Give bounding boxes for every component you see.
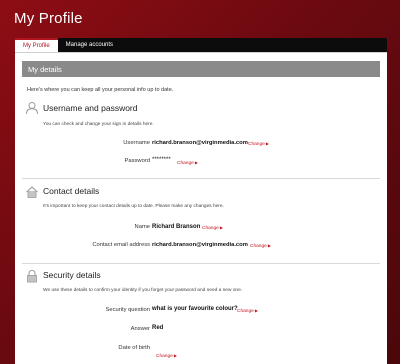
caret-right-icon: ▶ bbox=[265, 141, 269, 146]
caret-right-icon: ▶ bbox=[219, 225, 223, 230]
caret-right-icon: ▶ bbox=[267, 243, 271, 248]
divider bbox=[22, 178, 380, 179]
tab-my-profile[interactable]: My Profile bbox=[15, 38, 58, 52]
divider bbox=[22, 263, 380, 264]
tab-bar: My Profile Manage accounts bbox=[15, 38, 387, 52]
answer-value: Red bbox=[152, 325, 164, 331]
caret-right-icon: ▶ bbox=[254, 308, 258, 313]
name-label: Name bbox=[134, 224, 150, 230]
my-details-header: My details bbox=[22, 61, 380, 77]
profile-panel: My details Here's where you can keep all… bbox=[15, 52, 387, 364]
section-title-security: Security details bbox=[43, 270, 101, 280]
password-value: ******** bbox=[152, 157, 171, 163]
security-question-label: Security question bbox=[105, 307, 150, 313]
change-name-link[interactable]: Change▶ bbox=[202, 225, 223, 231]
section-title-username: Username and password bbox=[43, 103, 138, 113]
username-label: Username bbox=[123, 140, 150, 146]
intro-text: Here's where you can keep all your perso… bbox=[27, 87, 174, 93]
change-security-question-link[interactable]: Change▶ bbox=[237, 308, 258, 314]
caret-right-icon: ▶ bbox=[194, 160, 198, 165]
change-password-link[interactable]: Change▶ bbox=[177, 160, 198, 166]
section-desc-username: You can check and change your sign in de… bbox=[43, 122, 154, 127]
answer-label: Answer bbox=[130, 326, 150, 332]
dob-label: Date of birth bbox=[118, 345, 150, 351]
lock-icon bbox=[27, 269, 37, 283]
page-title: My Profile bbox=[14, 10, 83, 27]
email-label: Contact email address bbox=[92, 242, 150, 248]
section-title-contact: Contact details bbox=[43, 186, 100, 196]
username-value: richard.branson@virginmedia.com bbox=[152, 140, 248, 146]
email-value: richard.branson@virginmedia.com bbox=[152, 242, 248, 248]
change-username-link[interactable]: Change▶ bbox=[248, 141, 269, 147]
section-desc-contact: It's important to keep your contact deta… bbox=[43, 204, 224, 209]
change-dob-link[interactable]: Change▶ bbox=[156, 353, 177, 359]
section-desc-security: We use these details to confirm your ide… bbox=[43, 288, 243, 293]
caret-right-icon: ▶ bbox=[173, 353, 177, 358]
password-label: Password bbox=[124, 158, 150, 164]
home-icon bbox=[26, 186, 38, 198]
change-email-link[interactable]: Change▶ bbox=[250, 243, 271, 249]
name-value: Richard Branson bbox=[152, 224, 201, 230]
security-question-value: what is your favourite colour? bbox=[152, 306, 238, 312]
tab-manage-accounts[interactable]: Manage accounts bbox=[58, 38, 121, 52]
user-icon bbox=[26, 102, 38, 115]
